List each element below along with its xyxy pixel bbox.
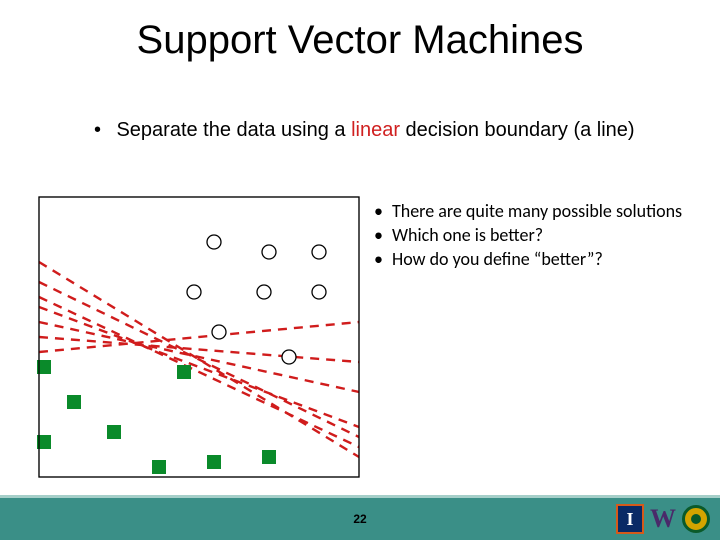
- page-number: 22: [0, 512, 720, 526]
- side-bullet-3: • How do you define “better”?: [370, 248, 710, 270]
- seal-logo-icon: [682, 505, 710, 533]
- side-bullets: • There are quite many possible solution…: [370, 200, 710, 272]
- illinois-logo-letter: I: [626, 509, 633, 530]
- bullet-dot: •: [370, 200, 392, 222]
- side-bullet-3-text: How do you define “better”?: [392, 248, 702, 270]
- bullet1-linear: linear: [351, 119, 400, 141]
- svm-figure: [34, 192, 364, 482]
- bullet-top-text: Separate the data using a linear decisio…: [116, 118, 636, 142]
- slide-title: Support Vector Machines: [0, 18, 720, 63]
- illinois-logo-icon: I: [616, 504, 644, 534]
- slide: Support Vector Machines • Separate the d…: [0, 0, 720, 540]
- bullet-dot: •: [370, 248, 392, 270]
- side-bullet-1-text: There are quite many possible solutions: [392, 200, 702, 222]
- side-bullet-1: • There are quite many possible solution…: [370, 200, 710, 222]
- bullet1-pre: Separate the data using a: [116, 119, 351, 141]
- uw-logo-icon: W: [650, 504, 676, 534]
- bullet-dot: •: [94, 118, 112, 142]
- logos: I W: [616, 504, 710, 534]
- bullet-top: • Separate the data using a linear decis…: [94, 118, 654, 142]
- bullet-dot: •: [370, 224, 392, 246]
- side-bullet-2: • Which one is better?: [370, 224, 710, 246]
- bullet1-post: decision boundary (a line): [400, 119, 635, 141]
- side-bullet-2-text: Which one is better?: [392, 224, 702, 246]
